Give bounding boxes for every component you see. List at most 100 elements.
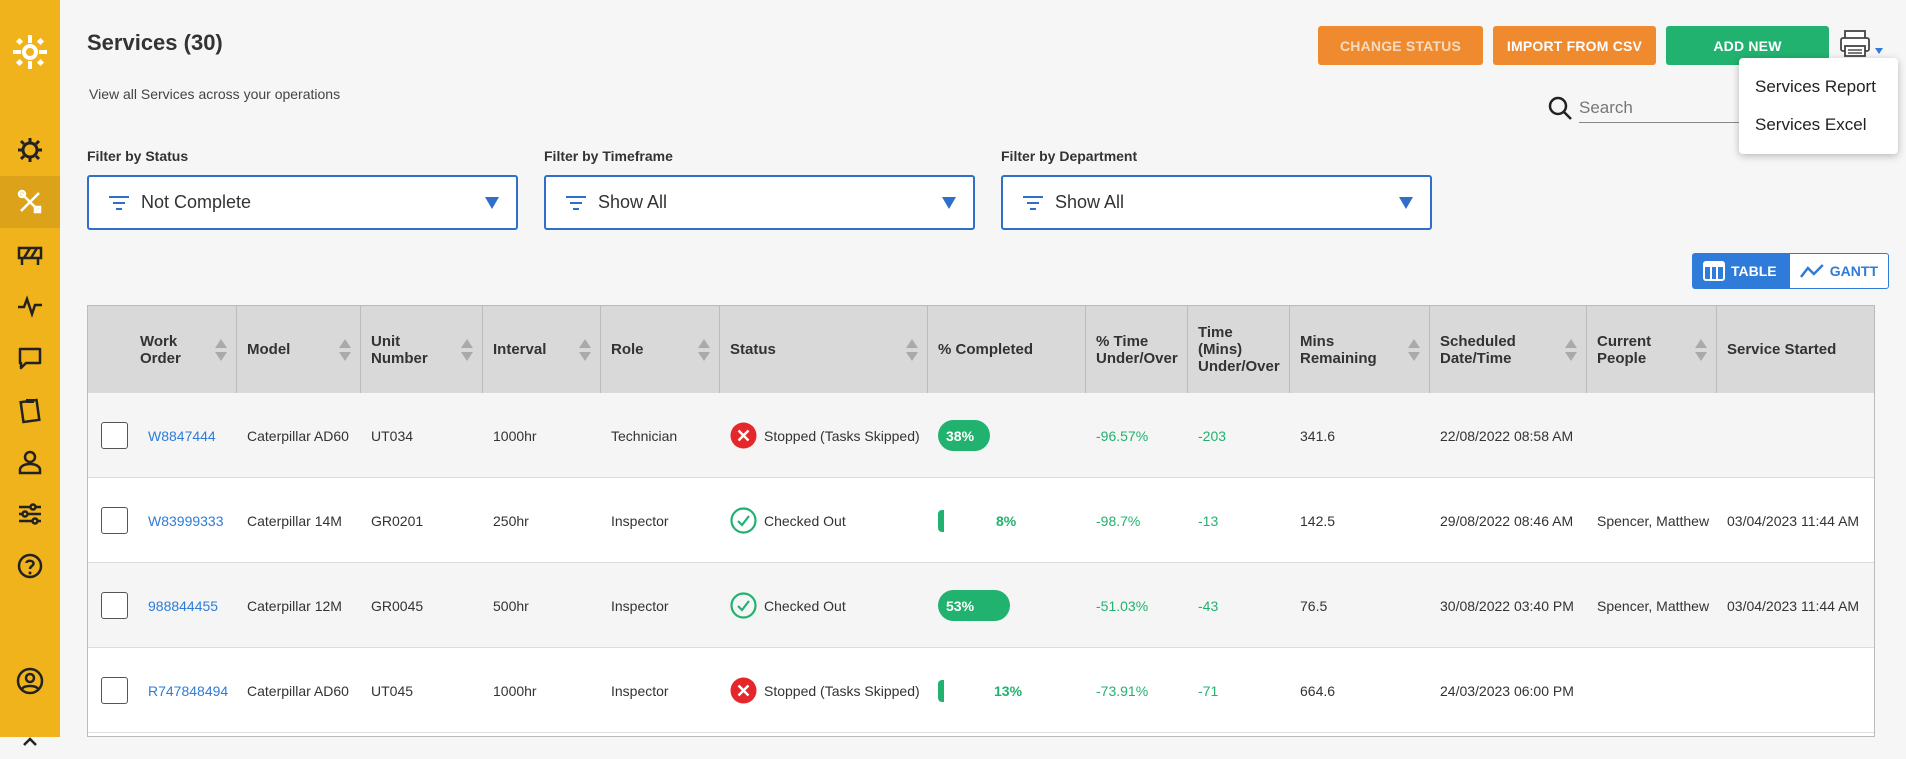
started-cell: 03/04/2023 11:44 AM (1727, 512, 1860, 529)
col-work-order[interactable]: Work Order (88, 306, 237, 393)
sidebar-item-help[interactable] (0, 540, 60, 592)
caret-down-icon (1875, 48, 1883, 54)
dropdown-arrow-icon (1399, 196, 1413, 209)
filter-timeframe-select[interactable]: Show All (544, 175, 975, 230)
sort-icon (579, 339, 591, 361)
table-header: Work Order Model Unit Number Interval Role… (88, 306, 1874, 393)
printer-icon (1840, 30, 1883, 57)
col-mins-remaining[interactable]: Mins Remaining (1290, 306, 1430, 393)
col-service-started[interactable]: Service Started (1717, 306, 1874, 393)
print-menu-button[interactable] (1838, 26, 1884, 62)
percent-time-cell: -96.57% (1096, 427, 1149, 444)
table-view-button[interactable]: TABLE (1692, 253, 1789, 289)
started-cell (1717, 648, 1727, 733)
work-order-link[interactable]: R747848494 (138, 648, 228, 733)
sort-icon (698, 339, 710, 361)
col-scheduled[interactable]: Scheduled Date/Time (1430, 306, 1587, 393)
role-cell: Technician (611, 427, 678, 444)
scheduled-cell: 24/03/2023 06:00 PM (1440, 682, 1574, 699)
clipboard-icon (19, 398, 41, 424)
trend-icon (1800, 264, 1824, 278)
row-checkbox[interactable] (101, 507, 128, 534)
col-interval[interactable]: Interval (483, 306, 601, 393)
pulse-icon (18, 295, 42, 318)
menu-item-services-excel[interactable]: Services Excel (1739, 106, 1898, 144)
work-order-link[interactable]: W8847444 (138, 393, 216, 478)
percent-time-cell: -51.03% (1096, 597, 1149, 614)
progress-pill: 38% (938, 420, 990, 451)
percent-time-cell: -73.91% (1096, 682, 1149, 699)
sidebar-item-activity[interactable] (0, 280, 60, 332)
menu-item-services-report[interactable]: Services Report (1739, 68, 1898, 106)
people-cell (1587, 648, 1597, 733)
col-unit-number[interactable]: Unit Number (361, 306, 483, 393)
sidebar-item-profile[interactable] (0, 655, 60, 707)
search-icon (1548, 96, 1572, 120)
dropdown-arrow-icon (485, 196, 499, 209)
scheduled-cell: 30/08/2022 03:40 PM (1440, 597, 1574, 614)
main-content: Services (30) View all Services across y… (60, 0, 1906, 737)
filter-department-label: Filter by Department (1001, 148, 1138, 164)
sidebar-item-barriers[interactable] (0, 228, 60, 280)
sort-icon (215, 339, 227, 361)
table-row: W8847444 Caterpillar AD60 UT034 1000hr T… (88, 393, 1874, 478)
progress-text: 8% (996, 512, 1017, 529)
services-table: Work Order Model Unit Number Interval Role… (87, 305, 1875, 737)
role-cell: Inspector (611, 512, 669, 529)
people-cell: Spencer, Matthew (1597, 512, 1710, 529)
sidebar-item-collapse[interactable] (0, 707, 60, 759)
tools-icon (17, 189, 42, 214)
sort-icon (1695, 339, 1707, 361)
progress-bar (938, 679, 944, 702)
work-order-link[interactable]: W83999333 (138, 478, 224, 563)
filter-icon (107, 191, 131, 215)
change-status-button[interactable]: CHANGE STATUS (1318, 26, 1483, 65)
started-cell (1717, 393, 1727, 478)
sliders-icon (19, 503, 41, 525)
sort-icon (906, 339, 918, 361)
sidebar-item-dashboard[interactable] (0, 124, 60, 176)
work-order-link[interactable]: 988844455 (138, 563, 218, 648)
progress-pill: 53% (938, 590, 1010, 621)
status-text: Checked Out (764, 512, 846, 529)
row-checkbox[interactable] (101, 677, 128, 704)
stopped-icon (730, 677, 757, 704)
status-text: Checked Out (764, 597, 846, 614)
stopped-icon (730, 422, 757, 449)
col-percent-completed[interactable]: % Completed (928, 306, 1086, 393)
row-checkbox[interactable] (101, 592, 128, 619)
mins-remaining-cell: 664.6 (1300, 682, 1336, 699)
started-cell: 03/04/2023 11:44 AM (1727, 597, 1860, 614)
table-icon (1703, 261, 1725, 281)
sidebar-item-users[interactable] (0, 436, 60, 488)
gantt-view-button[interactable]: GANTT (1789, 253, 1889, 289)
col-percent-time[interactable]: % Time Under/Over (1086, 306, 1188, 393)
import-csv-button[interactable]: IMPORT FROM CSV (1493, 26, 1656, 65)
sort-icon (461, 339, 473, 361)
filter-department-select[interactable]: Show All (1001, 175, 1432, 230)
col-time-mins[interactable]: Time (Mins) Under/Over (1188, 306, 1290, 393)
col-current-people[interactable]: Current People (1587, 306, 1717, 393)
sidebar-item-clipboard[interactable] (0, 384, 60, 436)
app-logo[interactable] (8, 30, 52, 74)
interval-cell: 1000hr (493, 682, 537, 699)
sidebar-item-services[interactable] (0, 176, 60, 228)
unit-cell: GR0045 (371, 597, 424, 614)
mins-remaining-cell: 142.5 (1300, 512, 1336, 529)
interval-cell: 1000hr (493, 427, 537, 444)
row-checkbox[interactable] (101, 422, 128, 449)
progress-bar (938, 509, 944, 532)
percent-completed-cell: 8% (928, 478, 1016, 563)
col-role[interactable]: Role (601, 306, 720, 393)
sidebar-item-settings[interactable] (0, 488, 60, 540)
filter-icon (564, 191, 588, 215)
col-status[interactable]: Status (720, 306, 928, 393)
filter-icon (1021, 191, 1045, 215)
filter-status-select[interactable]: Not Complete (87, 175, 518, 230)
sidebar-item-messages[interactable] (0, 332, 60, 384)
chat-icon (18, 347, 42, 370)
filter-timeframe-label: Filter by Timeframe (544, 148, 673, 164)
view-toggle: TABLE GANTT (1692, 253, 1889, 289)
col-model[interactable]: Model (237, 306, 361, 393)
status-text: Stopped (Tasks Skipped) (764, 682, 920, 699)
